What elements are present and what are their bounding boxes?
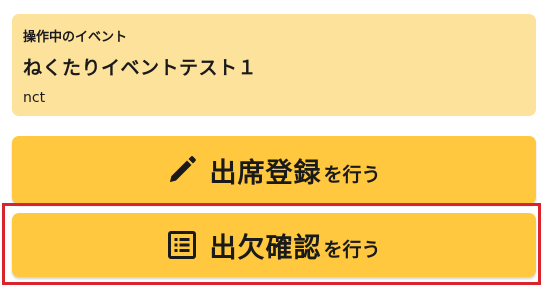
event-name: ねくたりイベントテスト１ xyxy=(23,57,258,79)
check-attendance-button[interactable]: 出欠確認 を行う xyxy=(12,213,536,277)
pencil-icon xyxy=(167,155,197,185)
current-event-caption: 操作中のイベント xyxy=(23,30,128,45)
current-event-card: 操作中のイベント ねくたりイベントテスト１ nct xyxy=(12,14,536,116)
check-attendance-label: 出欠確認 xyxy=(209,232,322,264)
check-attendance-suffix: を行う xyxy=(323,238,381,261)
list-icon xyxy=(167,230,197,260)
event-code: nct xyxy=(23,90,46,106)
register-attendance-suffix: を行う xyxy=(323,163,381,186)
register-attendance-label: 出席登録 xyxy=(209,157,322,189)
register-attendance-button[interactable]: 出席登録 を行う xyxy=(12,136,536,204)
